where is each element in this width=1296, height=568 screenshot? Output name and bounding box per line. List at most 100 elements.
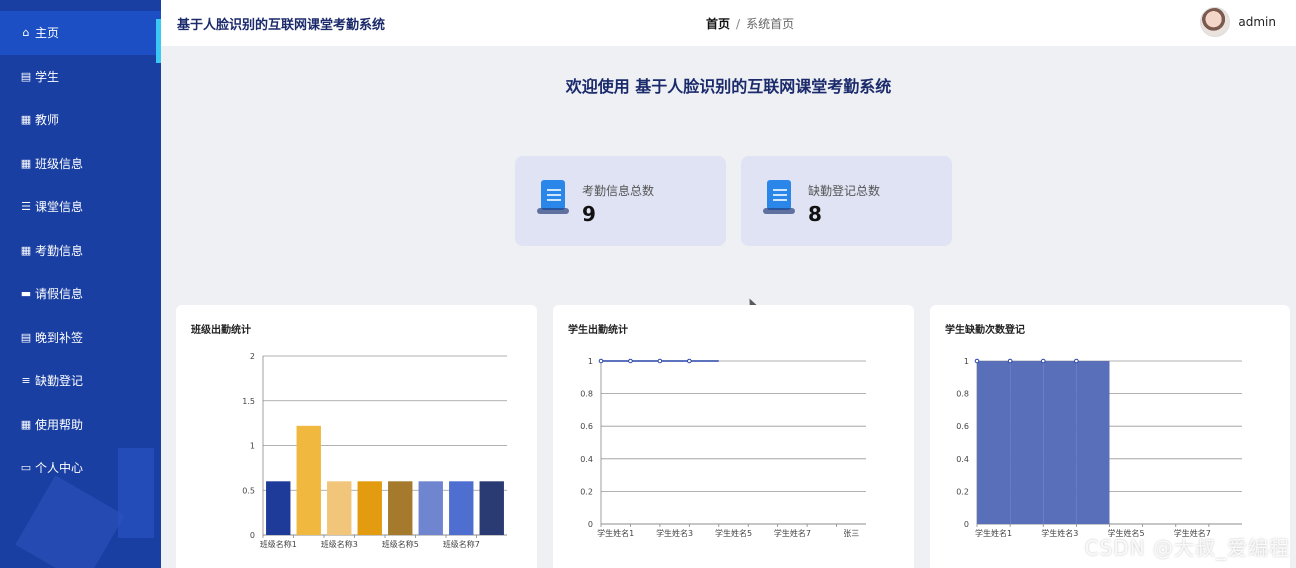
- data-point: [628, 358, 633, 364]
- y-tick-label: 0: [964, 520, 969, 529]
- bar: [1010, 361, 1044, 524]
- y-tick-label: 0.4: [580, 455, 593, 464]
- stat-card-attendance: 考勤信息总数 9: [515, 156, 726, 246]
- user-card-icon: ▭: [20, 461, 32, 475]
- sidebar-item[interactable]: ≡ 缺勤登记: [0, 359, 161, 403]
- bar: [296, 425, 321, 535]
- grid-icon: ▦: [20, 156, 32, 170]
- bar: [977, 361, 1011, 524]
- data-point: [687, 358, 692, 364]
- sidebar-nav: ⌂ 主页 ▤ 学生 ▦ 教师 ▦ 班级信息 ☰ 课堂信息 ▦ 考勤信息 ▬ 请假信息 ▤ 晚到补签 ≡ 缺勤登记 ▦…: [0, 0, 161, 490]
- data-point: [1007, 358, 1013, 364]
- sliders-icon: ☰: [21, 200, 31, 214]
- sidebar-item[interactable]: ▦ 使用帮助: [0, 403, 161, 447]
- stat-value: 8: [808, 202, 822, 226]
- breadcrumb-home[interactable]: 首页: [706, 17, 730, 31]
- username[interactable]: admin: [1238, 15, 1276, 29]
- bar: [357, 481, 382, 535]
- sidebar-item[interactable]: ▦ 教师: [0, 98, 161, 142]
- breadcrumb-current: 系统首页: [746, 17, 795, 31]
- x-tick-label: 班级名称5: [382, 539, 419, 549]
- bar: [449, 481, 474, 535]
- data-point: [657, 358, 663, 364]
- clipboard-icon: ▤: [20, 69, 32, 83]
- y-tick-label: 0.8: [580, 390, 593, 399]
- home-icon: ⌂: [22, 26, 30, 40]
- y-tick-label: 0: [250, 531, 255, 540]
- app-title: 基于人脸识别的互联网课堂考勤系统: [177, 18, 386, 33]
- sidebar-item[interactable]: ▦ 班级信息: [0, 142, 161, 186]
- x-tick-label: 学生姓名1: [975, 528, 1012, 538]
- stat-card-absence: 缺勤登记总数 8: [741, 156, 952, 246]
- chart-card-class-attendance: 班级出勤统计 0 0.5 1 1.5 2 班级名称1 班级名称3 班级名称5 班级名称7: [176, 305, 537, 568]
- sidebar-item-label: 个人中心: [35, 461, 84, 476]
- breadcrumb: 首页 / 系统首页: [706, 15, 794, 32]
- y-tick-label: 0.6: [956, 422, 969, 431]
- x-tick-label: 学生姓名1: [597, 528, 634, 538]
- bar: [1043, 361, 1077, 524]
- sidebar-item[interactable]: ⌂ 主页: [0, 11, 161, 63]
- y-tick-label: 0.5: [242, 486, 255, 495]
- monitor-icon: ▬: [20, 287, 32, 301]
- document-icon: [763, 180, 795, 214]
- sidebar-item[interactable]: ▬ 请假信息: [0, 272, 161, 316]
- x-tick-label: 学生姓名3: [656, 528, 693, 538]
- student-attendance-chart: 0 0.2 0.4 0.6 0.8 1 学生姓名1 学生姓名3 学生姓名5 学生姓名7 张三: [580, 357, 866, 538]
- x-tick-label: 班级名称1: [260, 539, 297, 549]
- chart-card-student-attendance: 学生出勤统计 0 0.2 0.4 0.6 0.8 1 学生姓名1 学生姓名3 学生姓名5 学生姓名…: [553, 305, 914, 568]
- stat-label: 缺勤登记总数: [808, 184, 881, 198]
- sidebar-item-label: 课堂信息: [35, 200, 84, 215]
- data-point: [1040, 358, 1046, 364]
- sidebar-item-label: 晚到补签: [35, 330, 84, 345]
- sidebar-item[interactable]: ▦ 考勤信息: [0, 229, 161, 273]
- bar: [388, 481, 413, 535]
- document-icon: [537, 180, 569, 214]
- sidebar-item-label: 主页: [35, 26, 60, 41]
- y-tick-label: 0: [588, 520, 593, 529]
- sidebar-item-label: 教师: [35, 113, 60, 128]
- y-tick-label: 0.8: [956, 390, 969, 399]
- bar: [1076, 361, 1110, 524]
- document-icon: ▤: [20, 330, 32, 344]
- user-menu[interactable]: admin: [1200, 7, 1276, 37]
- y-tick-label: 1: [588, 357, 593, 366]
- grid-icon: ▦: [20, 417, 32, 431]
- bar: [266, 481, 291, 535]
- y-tick-label: 0.2: [956, 487, 969, 496]
- data-point: [974, 358, 980, 364]
- bar: [479, 481, 504, 535]
- student-absence-chart: 00.20.40.60.81学生姓名1 学生姓名3 学生姓名5 学生姓名7: [956, 357, 1242, 538]
- sidebar-item-label: 学生: [35, 69, 60, 84]
- data-point: [598, 358, 604, 364]
- y-tick-label: 0.4: [956, 455, 969, 464]
- avatar[interactable]: [1200, 7, 1231, 37]
- sidebar: ⌂ 主页 ▤ 学生 ▦ 教师 ▦ 班级信息 ☰ 课堂信息 ▦ 考勤信息 ▬ 请假信息 ▤ 晚到补签 ≡ 缺勤登记 ▦…: [0, 0, 161, 568]
- y-tick-label: 1: [250, 442, 255, 451]
- class-attendance-chart: 0 0.5 1 1.5 2 班级名称1 班级名称3 班级名称5 班级名称7: [242, 352, 507, 549]
- y-tick-label: 1: [964, 357, 969, 366]
- top-header: 基于人脸识别的互联网课堂考勤系统 首页 / 系统首页 admin: [161, 0, 1296, 46]
- y-tick-label: 1.5: [242, 397, 255, 406]
- x-tick-label: 张三: [843, 529, 859, 538]
- watermark: CSDN @大叔_爱编程: [1084, 536, 1290, 560]
- y-tick-label: 0.2: [580, 487, 593, 496]
- list-icon: ≡: [21, 374, 31, 388]
- y-tick-label: 0.6: [580, 422, 593, 431]
- chart-card-student-absence: 学生缺勤次数登记 0 0.2 0.4 0.6 0.8 1 学生姓名1 学生姓名3 学生姓名5 学生…: [930, 305, 1290, 568]
- data-point: [1074, 358, 1079, 364]
- x-tick-label: 学生姓名5: [715, 528, 752, 538]
- x-tick-label: 学生姓名3: [1041, 528, 1078, 538]
- sidebar-item-label: 考勤信息: [35, 243, 84, 258]
- sidebar-item-label: 请假信息: [35, 287, 84, 302]
- sidebar-item[interactable]: ☰ 课堂信息: [0, 185, 161, 229]
- breadcrumb-separator: /: [736, 17, 741, 31]
- bar: [327, 481, 352, 535]
- sidebar-item[interactable]: ▭ 个人中心: [0, 446, 161, 490]
- welcome-heading: 欢迎使用 基于人脸识别的互联网课堂考勤系统: [565, 77, 892, 96]
- sidebar-item[interactable]: ▤ 学生: [0, 55, 161, 99]
- x-tick-label: 班级名称3: [321, 539, 358, 549]
- sidebar-item-label: 缺勤登记: [35, 374, 84, 389]
- sidebar-item[interactable]: ▤ 晚到补签: [0, 316, 161, 360]
- grid-icon: ▦: [20, 113, 32, 127]
- x-tick-label: 学生姓名7: [774, 528, 811, 538]
